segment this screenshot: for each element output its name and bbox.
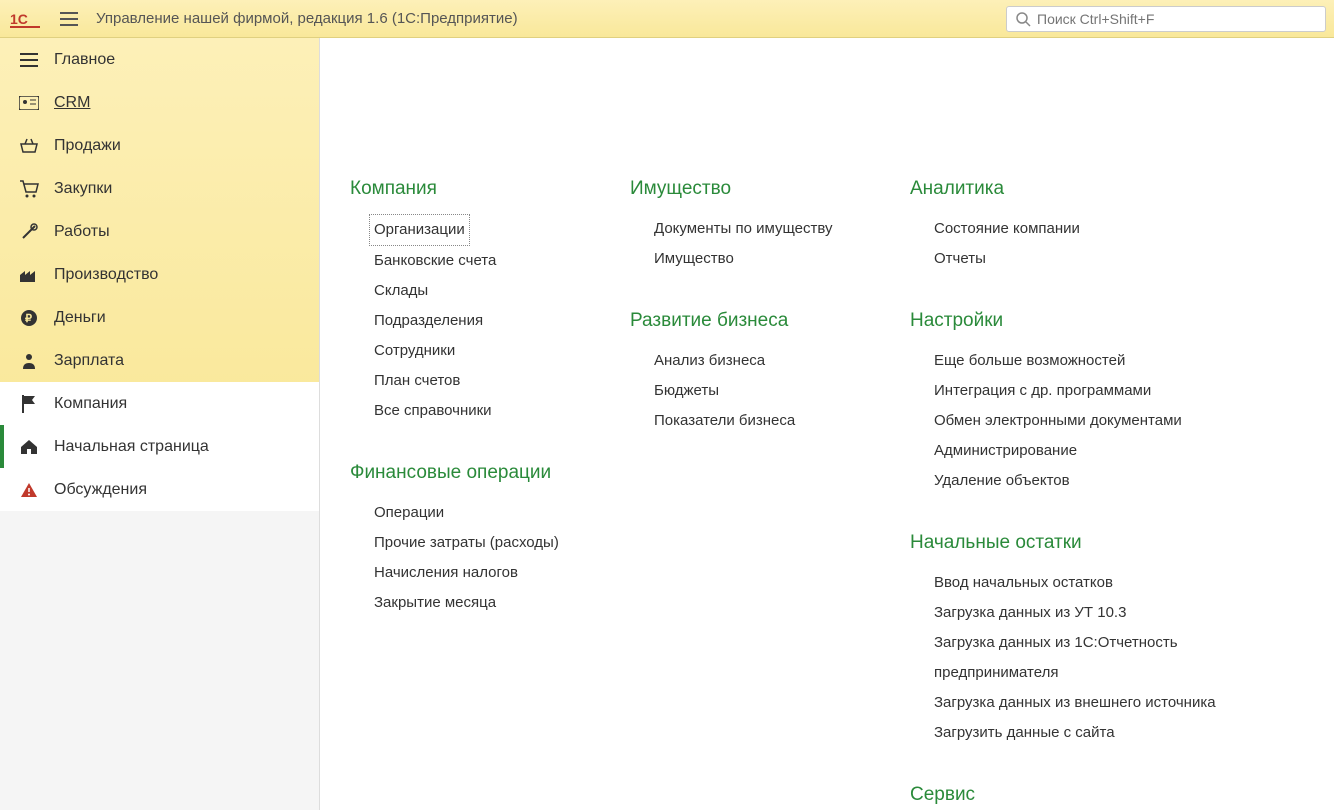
link-tax-accrual[interactable]: Начисления налогов xyxy=(374,558,590,588)
cart-icon xyxy=(18,178,40,200)
section-analytics[interactable]: Аналитика xyxy=(910,178,1304,200)
svg-text:1C: 1C xyxy=(10,11,28,27)
nav-label: Продажи xyxy=(54,137,121,155)
link-load-ut103[interactable]: Загрузка данных из УТ 10.3 xyxy=(934,598,1304,628)
column-1: Компания Организации Банковские счета Ск… xyxy=(350,178,590,810)
nav-company[interactable]: Компания xyxy=(0,382,319,425)
link-administration[interactable]: Администрирование xyxy=(934,436,1304,466)
link-organizations[interactable]: Организации xyxy=(369,214,470,246)
link-budgets[interactable]: Бюджеты xyxy=(654,376,870,406)
link-enter-balances[interactable]: Ввод начальных остатков xyxy=(934,568,1304,598)
nav-sales[interactable]: Продажи xyxy=(0,124,319,167)
flag-icon xyxy=(18,393,40,415)
link-edoc-exchange[interactable]: Обмен электронными документами xyxy=(934,406,1304,436)
link-integration[interactable]: Интеграция с др. программами xyxy=(934,376,1304,406)
nav-label: Начальная страница xyxy=(54,438,209,456)
nav-label: Деньги xyxy=(54,309,106,327)
link-delete-objects[interactable]: Удаление объектов xyxy=(934,466,1304,496)
menu-icon xyxy=(18,49,40,71)
link-chart-accounts[interactable]: План счетов xyxy=(374,366,590,396)
nav-production[interactable]: Производство xyxy=(0,253,319,296)
nav-label: Зарплата xyxy=(54,352,124,370)
id-card-icon xyxy=(18,92,40,114)
nav-label: Производство xyxy=(54,266,158,284)
factory-icon xyxy=(18,264,40,286)
search-icon xyxy=(1015,11,1031,27)
nav-crm[interactable]: CRM xyxy=(0,81,319,124)
nav-label: CRM xyxy=(54,94,90,112)
nav-salary[interactable]: Зарплата xyxy=(0,339,319,382)
nav-money[interactable]: ₽ Деньги xyxy=(0,296,319,339)
basket-icon xyxy=(18,135,40,157)
column-2: Имущество Документы по имуществу Имущест… xyxy=(630,178,870,810)
link-departments[interactable]: Подразделения xyxy=(374,306,590,336)
link-load-external[interactable]: Загрузка данных из внешнего источника xyxy=(934,688,1304,718)
menu-toggle-icon[interactable] xyxy=(54,4,84,34)
ruble-icon: ₽ xyxy=(18,307,40,329)
nav-label: Компания xyxy=(54,395,127,413)
link-business-metrics[interactable]: Показатели бизнеса xyxy=(654,406,870,436)
nav-works[interactable]: Работы xyxy=(0,210,319,253)
tools-icon xyxy=(18,221,40,243)
app-logo: 1C xyxy=(8,7,42,31)
search-box[interactable] xyxy=(1006,6,1326,32)
nav-purchases[interactable]: Закупки xyxy=(0,167,319,210)
link-bank-accounts[interactable]: Банковские счета xyxy=(374,246,590,276)
nav-label: Главное xyxy=(54,51,115,69)
section-financial-ops[interactable]: Финансовые операции xyxy=(350,462,590,484)
column-3: Аналитика Состояние компании Отчеты Наст… xyxy=(910,178,1304,810)
svg-text:₽: ₽ xyxy=(25,313,32,325)
link-month-close[interactable]: Закрытие месяца xyxy=(374,588,590,618)
nav-discussions[interactable]: Обсуждения xyxy=(0,468,319,511)
home-icon xyxy=(18,436,40,458)
section-settings[interactable]: Настройки xyxy=(910,310,1304,332)
window-title: Управление нашей фирмой, редакция 1.6 (1… xyxy=(96,10,1006,27)
link-business-analysis[interactable]: Анализ бизнеса xyxy=(654,346,870,376)
link-company-status[interactable]: Состояние компании xyxy=(934,214,1304,244)
link-load-website[interactable]: Загрузить данные с сайта xyxy=(934,718,1304,748)
link-load-1c-report[interactable]: Загрузка данных из 1С:Отчетность предпри… xyxy=(934,628,1304,688)
link-all-catalogs[interactable]: Все справочники xyxy=(374,396,590,426)
nav-home[interactable]: Начальная страница xyxy=(0,425,319,468)
link-assets[interactable]: Имущество xyxy=(654,244,870,274)
section-initial-balances[interactable]: Начальные остатки xyxy=(910,532,1304,554)
nav-main[interactable]: Главное xyxy=(0,38,319,81)
person-icon xyxy=(18,350,40,372)
link-other-expenses[interactable]: Прочие затраты (расходы) xyxy=(374,528,590,558)
titlebar: 1C Управление нашей фирмой, редакция 1.6… xyxy=(0,0,1334,38)
nav-label: Закупки xyxy=(54,180,112,198)
link-reports[interactable]: Отчеты xyxy=(934,244,1304,274)
section-business-dev[interactable]: Развитие бизнеса xyxy=(630,310,870,332)
link-asset-docs[interactable]: Документы по имуществу xyxy=(654,214,870,244)
sidebar: Главное CRM Продажи Закупки Работы Произ… xyxy=(0,38,320,810)
section-service[interactable]: Сервис xyxy=(910,784,1304,806)
link-more-features[interactable]: Еще больше возможностей xyxy=(934,346,1304,376)
link-operations[interactable]: Операции xyxy=(374,498,590,528)
nav-label: Обсуждения xyxy=(54,481,147,499)
section-company[interactable]: Компания xyxy=(350,178,590,200)
content-area: Компания Организации Банковские счета Ск… xyxy=(320,38,1334,810)
link-employees[interactable]: Сотрудники xyxy=(374,336,590,366)
search-input[interactable] xyxy=(1037,11,1317,27)
link-warehouses[interactable]: Склады xyxy=(374,276,590,306)
warning-icon xyxy=(18,479,40,501)
section-assets[interactable]: Имущество xyxy=(630,178,870,200)
nav-label: Работы xyxy=(54,223,110,241)
